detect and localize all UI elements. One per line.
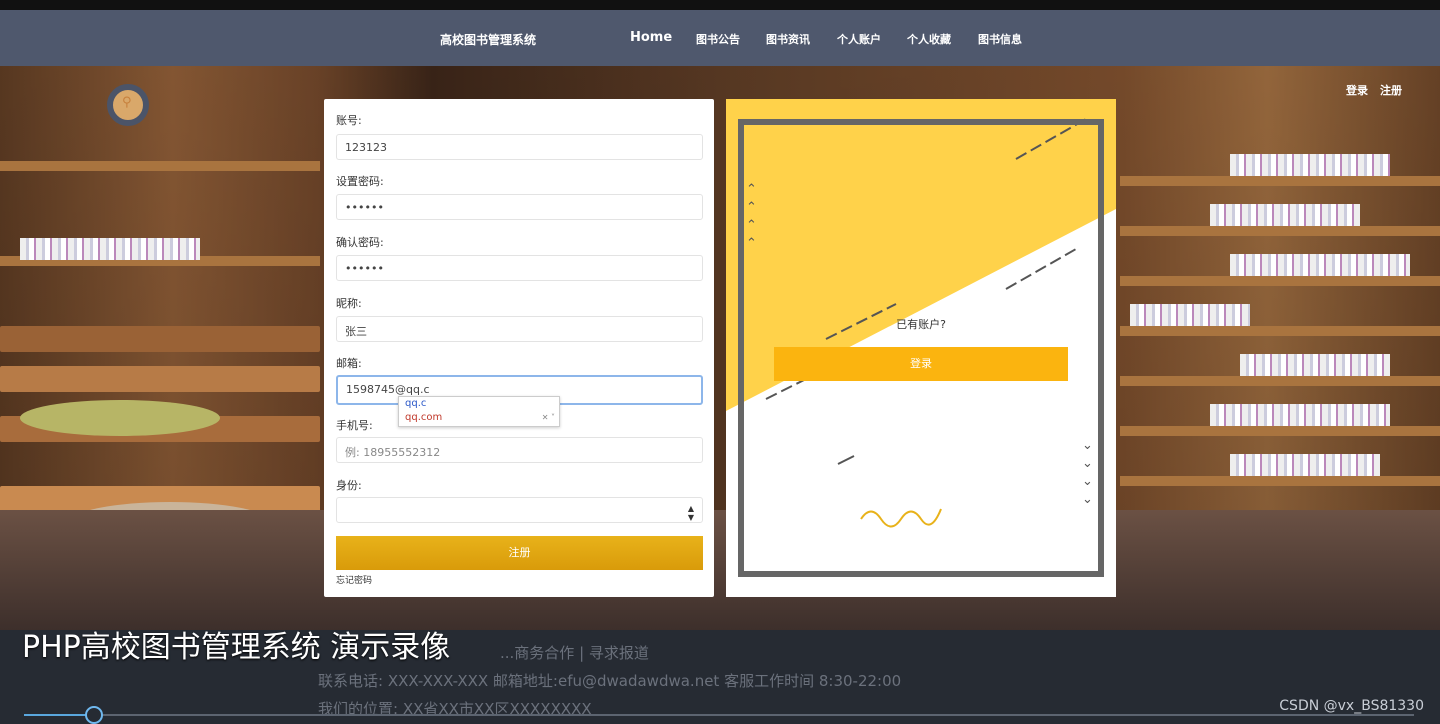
account-label: 账号: [336,114,362,127]
confirm-password-label: 确认密码: [336,236,384,249]
decor-shelf [1120,226,1440,236]
video-progress-bar[interactable] [24,706,1414,724]
register-button[interactable]: 注册 [336,536,703,570]
decor-floor [0,510,1440,630]
promo-question: 已有账户? [896,318,946,331]
window-top-strip [0,0,1440,10]
select-updown-icon: ▲ ▼ [687,504,694,522]
library-background [0,66,1440,630]
decor-books [1130,304,1250,326]
nav-personal-favorites[interactable]: 个人收藏 [907,31,951,47]
decor-shelf [1120,326,1440,336]
decor-books [1210,204,1360,226]
decor-cushion [20,400,220,436]
video-progress-fill [24,714,94,716]
navbar: 高校图书管理系统 Home 图书公告 图书资讯 个人账户 个人收藏 图书信息 [0,10,1440,66]
autocomplete-controls[interactable]: ✕ ˅ [542,413,555,422]
phone-input[interactable]: 例: 18955552312 [336,437,703,463]
register-form: 账号: 123123 设置密码: •••••• 确认密码: •••••• 昵称:… [324,99,714,597]
password-input[interactable]: •••••• [336,194,703,220]
search-button[interactable]: ⚲ [107,84,149,126]
video-progress-handle[interactable] [84,706,103,724]
confirm-password-input[interactable]: •••••• [336,255,703,281]
decor-bench [0,366,320,392]
forgot-password-link[interactable]: 忘记密码 [336,573,372,586]
account-input[interactable]: 123123 [336,134,703,160]
decor-shelf [1120,476,1440,486]
decor-shelf [1120,426,1440,436]
site-brand[interactable]: 高校图书管理系统 [440,31,536,48]
nickname-input[interactable]: 张三 [336,316,703,342]
decor-books [1230,254,1410,276]
phone-label: 手机号: [336,419,373,432]
video-title-overlay: PHP高校图书管理系统 演示录像 [22,630,451,665]
decor-books [1230,154,1390,176]
decor-books [1240,354,1390,376]
chevron-up-icon: ⌃ ⌃ ⌃ ⌃ [746,182,757,251]
decor-books [20,238,200,260]
password-label: 设置密码: [336,175,384,188]
identity-label: 身份: [336,479,362,492]
register-link[interactable]: 注册 [1380,82,1402,98]
decor-shelf [1120,376,1440,386]
nickname-label: 昵称: [336,297,362,310]
nav-book-info[interactable]: 图书信息 [978,31,1022,47]
chevron-down-icon: ⌄ ⌄ ⌄ ⌄ [1082,438,1093,507]
email-autocomplete: qq.c qq.com ✕ ˅ [398,396,560,427]
decor-shelf [1120,176,1440,186]
decor-shelf [1120,276,1440,286]
nav-personal-account[interactable]: 个人账户 [837,31,881,47]
autocomplete-suggestion[interactable]: qq.com [405,412,442,423]
decor-shelf [0,161,320,171]
nav-home[interactable]: Home [630,30,672,45]
decor-books [1230,454,1380,476]
email-label: 邮箱: [336,357,362,370]
watermark: CSDN @vx_BS81330 [1279,698,1424,714]
identity-select[interactable]: ▲ ▼ [336,497,703,523]
login-link[interactable]: 登录 [1346,82,1368,98]
login-promo-card: ⌃ ⌃ ⌃ ⌃ ⌄ ⌄ ⌄ ⌄ 已有账户? 登录 [726,99,1116,597]
autocomplete-typed: qq.c [405,398,427,409]
search-icon: ⚲ [122,95,132,110]
nav-book-announcements[interactable]: 图书公告 [696,31,740,47]
promo-login-button[interactable]: 登录 [774,347,1068,381]
footer-contact: 联系电话: XXX-XXX-XXX 邮箱地址:efu@dwadawdwa.net… [318,672,902,690]
decor-books [1210,404,1390,426]
nav-book-news[interactable]: 图书资讯 [766,31,810,47]
decor-bench [0,326,320,352]
footer-links[interactable]: ...商务合作 | 寻求报道 [500,642,649,663]
